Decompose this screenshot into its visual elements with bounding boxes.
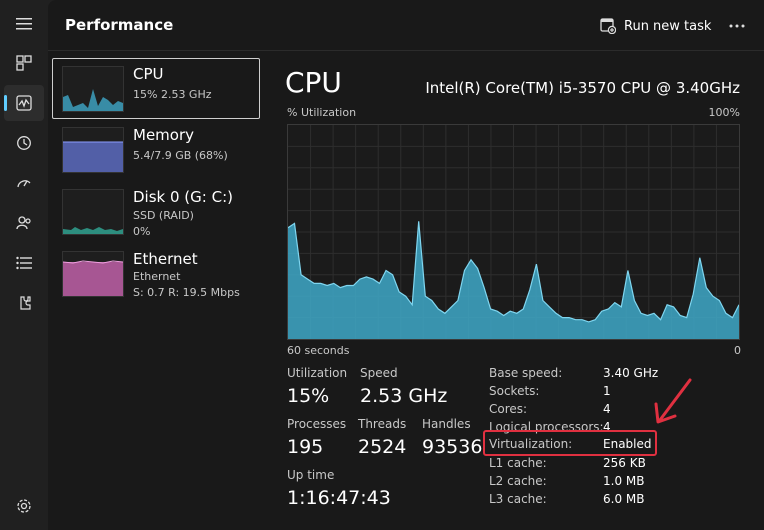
device-name: CPU: [133, 65, 164, 83]
run-task-label: Run new task: [624, 18, 712, 34]
speed-label: Speed: [360, 366, 398, 380]
device-sub: Ethernet: [133, 270, 181, 283]
spec-value: 1: [603, 384, 611, 398]
utilization-label: Utilization: [287, 366, 348, 380]
settings-icon: [17, 499, 31, 513]
handles-value: 93536: [422, 436, 483, 458]
page-title: Performance: [65, 16, 174, 34]
nav-details[interactable]: [4, 245, 44, 281]
virtualization-highlight-box: [483, 430, 657, 456]
speed-value: 2.53 GHz: [360, 385, 448, 407]
graph-x-right: 0: [734, 344, 741, 357]
device-item-disk[interactable]: Disk 0 (G: C:) SSD (RAID) 0%: [52, 181, 260, 243]
device-name: Memory: [133, 126, 195, 144]
spec-key: Cores:: [489, 402, 528, 416]
uptime-label: Up time: [287, 468, 335, 482]
startup-icon: [17, 180, 31, 188]
processes-label: Processes: [287, 417, 347, 431]
device-name: Disk 0 (G: C:): [133, 188, 233, 206]
more-icon: [729, 24, 745, 28]
device-list: CPU 15% 2.53 GHz Memory 5.4/7.9 GB (68%)…: [52, 58, 260, 305]
device-sub: 5.4/7.9 GB (68%): [133, 149, 228, 162]
spec-key: L3 cache:: [489, 492, 547, 506]
header-divider: [48, 50, 764, 51]
history-icon: [17, 136, 31, 150]
graph-y-label: % Utilization: [287, 106, 357, 119]
device-sub-2: S: 0.7 R: 19.5 Mbps: [133, 286, 240, 299]
device-sub-2: 0%: [133, 225, 151, 238]
main-panel: Performance Run new task CPU 15% 2.53 GH…: [48, 0, 764, 530]
services-icon: [20, 296, 31, 310]
memory-thumbnail: [62, 127, 124, 173]
spec-value: 4: [603, 402, 611, 416]
run-new-task-button[interactable]: Run new task: [600, 12, 711, 40]
nav-app-history[interactable]: [4, 125, 44, 161]
threads-label: Threads: [358, 417, 407, 431]
nav-startup-apps[interactable]: [4, 165, 44, 201]
more-options-button[interactable]: [722, 12, 752, 40]
device-sub: SSD (RAID): [133, 209, 194, 222]
cpu-graph-svg: [287, 125, 740, 339]
disk-thumbnail: [62, 189, 124, 235]
users-icon: [16, 216, 31, 230]
spec-key: L1 cache:: [489, 456, 547, 470]
spec-key: L2 cache:: [489, 474, 547, 488]
nav-settings[interactable]: [4, 488, 44, 524]
graph-y-max: 100%: [708, 106, 740, 119]
spec-key: Sockets:: [489, 384, 540, 398]
performance-icon: [16, 95, 32, 111]
device-item-cpu[interactable]: CPU 15% 2.53 GHz: [52, 58, 260, 119]
device-name: Ethernet: [133, 250, 198, 268]
threads-value: 2524: [358, 436, 407, 458]
nav-processes[interactable]: [4, 45, 44, 81]
utilization-value: 15%: [287, 385, 330, 407]
cpu-utilization-graph: [287, 124, 740, 340]
detail-title: CPU: [285, 66, 342, 99]
device-item-memory[interactable]: Memory 5.4/7.9 GB (68%): [52, 119, 260, 181]
hamburger-menu-button[interactable]: [4, 6, 44, 42]
nav-performance[interactable]: [4, 85, 44, 121]
nav-users[interactable]: [4, 205, 44, 241]
processes-icon: [16, 55, 32, 71]
spec-value: 256 KB: [603, 456, 646, 470]
spec-value: 1.0 MB: [603, 474, 645, 488]
nav-services[interactable]: [4, 285, 44, 321]
uptime-value: 1:16:47:43: [287, 487, 391, 509]
hamburger-icon: [16, 18, 32, 30]
processes-value: 195: [287, 436, 324, 458]
ethernet-thumbnail: [62, 251, 124, 297]
spec-value: 6.0 MB: [603, 492, 645, 506]
device-item-ethernet[interactable]: Ethernet Ethernet S: 0.7 R: 19.5 Mbps: [52, 243, 260, 305]
nav-rail: [0, 0, 48, 530]
handles-label: Handles: [422, 417, 471, 431]
device-sub: 15% 2.53 GHz: [133, 88, 212, 101]
run-task-icon: [600, 18, 616, 34]
cpu-thumbnail: [62, 66, 124, 112]
graph-x-left: 60 seconds: [287, 344, 350, 357]
spec-key: Base speed:: [489, 366, 563, 380]
cpu-model: Intel(R) Core(TM) i5-3570 CPU @ 3.40GHz: [425, 79, 740, 97]
details-icon: [16, 256, 32, 270]
annotation-arrow: [654, 378, 692, 424]
